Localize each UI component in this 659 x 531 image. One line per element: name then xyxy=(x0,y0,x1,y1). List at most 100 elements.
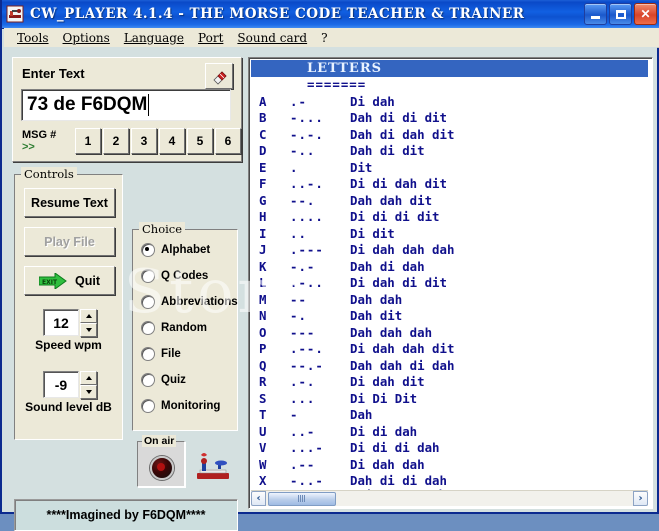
menu-item-sound-card[interactable]: Sound card xyxy=(230,30,314,46)
letter-row[interactable]: J .--- Di dah dah dah xyxy=(251,242,648,259)
letter-row[interactable]: R .-. Di dah dit xyxy=(251,374,648,391)
letter-row[interactable]: H.... Di di di dit xyxy=(251,209,648,226)
letter-row[interactable]: I.. Di dit xyxy=(251,226,648,243)
telegraph-key-icon xyxy=(6,5,24,23)
letter-char: E xyxy=(259,159,267,175)
letter-row[interactable]: B -... Dah di di dit xyxy=(251,110,648,127)
letter-spoken: Dah dah dah xyxy=(350,324,433,340)
letter-row[interactable]: U ..- Di di dah xyxy=(251,424,648,441)
letter-row[interactable]: K -.- Dah di dah xyxy=(251,259,648,276)
msg-label-text: MSG # xyxy=(22,129,57,141)
radio-q-codes[interactable]: Q Codes xyxy=(141,269,208,283)
letters-list[interactable]: LETTERS ======= A .- Di dah B -... Dah di di … xyxy=(251,60,648,491)
msg-button-2[interactable]: 2 xyxy=(103,128,129,154)
title-bar[interactable]: CW_PLAYER 4.1.4 - THE MORSE CODE TEACHER… xyxy=(2,0,659,29)
letter-spoken: Di dah di dit xyxy=(350,275,447,290)
msg-button-1[interactable]: 1 xyxy=(75,128,101,154)
letter-char: I xyxy=(259,225,267,241)
sound-level-stepper[interactable]: -9 xyxy=(43,371,97,399)
letter-row[interactable]: Q --.- Dah dah di dah xyxy=(251,358,648,375)
speed-label: Speed wpm xyxy=(35,338,102,352)
menu-item-port[interactable]: Port xyxy=(191,30,230,46)
letter-row[interactable]: G --. Dah dah dit xyxy=(251,193,648,210)
letter-morse-code: -.- xyxy=(290,258,316,274)
radio-q-codes-icon[interactable] xyxy=(141,269,155,283)
letter-spoken: Di dah dah dah xyxy=(350,242,455,257)
scroll-right-icon[interactable]: › xyxy=(633,491,648,506)
sound-level-down-icon[interactable] xyxy=(80,385,97,399)
radio-monitoring[interactable]: Monitoring xyxy=(141,399,220,413)
msg-button-3[interactable]: 3 xyxy=(131,128,157,154)
scroll-left-icon[interactable]: ‹ xyxy=(251,491,266,506)
letter-row[interactable]: C -.-. Dah di dah dit xyxy=(251,127,648,144)
letter-row[interactable]: S... Di Di Dit xyxy=(251,391,648,408)
letter-row[interactable]: M -- Dah dah xyxy=(251,292,648,309)
msg-button-6[interactable]: 6 xyxy=(215,128,241,154)
play-file-label: Play File xyxy=(44,234,95,249)
letter-char: S xyxy=(259,390,267,406)
letter-morse-code: .- xyxy=(290,93,307,109)
maximize-button[interactable] xyxy=(609,3,632,25)
sound-level-up-icon[interactable] xyxy=(80,371,97,385)
letter-char: F xyxy=(259,176,267,191)
close-icon: ✕ xyxy=(640,7,651,21)
menu-item-language-label: Language xyxy=(123,30,185,45)
letter-morse-code: .-.. xyxy=(290,275,324,290)
letter-row[interactable]: F ..-. Di di dah dit xyxy=(251,176,648,193)
radio-random-icon[interactable] xyxy=(141,321,155,335)
resume-text-button[interactable]: Resume Text xyxy=(24,188,115,217)
menu-item-tools[interactable]: Tools xyxy=(10,30,56,46)
letter-row[interactable]: T - Dah xyxy=(251,407,648,424)
sound-level-label: Sound level dB xyxy=(25,400,112,414)
menu-item-language[interactable]: Language xyxy=(117,30,191,46)
radio-monitoring-icon[interactable] xyxy=(141,399,155,413)
radio-alphabet-icon[interactable] xyxy=(141,243,155,257)
letter-row[interactable]: L .-.. Di dah di dit xyxy=(251,275,648,292)
speed-down-icon[interactable] xyxy=(80,323,97,337)
letter-row[interactable]: W .-- Di dah dah xyxy=(251,457,648,474)
quit-button[interactable]: EXIT Quit xyxy=(24,266,115,295)
letters-list-header[interactable]: LETTERS xyxy=(251,60,648,77)
letter-row[interactable]: V ...- Di di di dah xyxy=(251,440,648,457)
on-air-led-icon xyxy=(150,456,174,480)
msg-button-4[interactable]: 4 xyxy=(159,128,185,154)
radio-random[interactable]: Random xyxy=(141,321,207,335)
text-input[interactable]: 73 de F6DQM xyxy=(21,89,231,121)
speed-value[interactable]: 12 xyxy=(43,309,79,336)
controls-group: Controls Resume Text Play File EXIT Quit… xyxy=(14,167,123,440)
speed-stepper[interactable]: 12 xyxy=(43,309,97,337)
letter-char: G xyxy=(259,192,267,208)
radio-quiz-icon[interactable] xyxy=(141,373,155,387)
radio-file-icon[interactable] xyxy=(141,347,155,361)
msg-button-5[interactable]: 5 xyxy=(187,128,213,154)
radio-quiz[interactable]: Quiz xyxy=(141,373,186,387)
radio-file[interactable]: File xyxy=(141,347,181,361)
speed-up-icon[interactable] xyxy=(80,309,97,323)
letter-row[interactable]: D -.. Dah di dit xyxy=(251,143,648,160)
horizontal-scrollbar[interactable]: ‹ › xyxy=(251,490,648,506)
scrollbar-thumb[interactable] xyxy=(268,491,336,506)
radio-alphabet[interactable]: Alphabet xyxy=(141,243,210,257)
window-buttons: ✕ xyxy=(584,3,657,25)
sound-level-value[interactable]: -9 xyxy=(43,371,79,398)
radio-abbreviations-label: Abbreviations xyxy=(161,296,238,308)
letter-char: U xyxy=(259,423,267,439)
radio-abbreviations-icon[interactable] xyxy=(141,295,155,309)
minimize-button[interactable] xyxy=(584,3,607,25)
menu-item-help[interactable]: ? xyxy=(314,30,334,46)
letter-row[interactable]: P .--. Di dah dah dit xyxy=(251,341,648,358)
eraser-icon[interactable] xyxy=(205,63,233,89)
letters-rows: A .- Di dah B -... Dah di di dit C -.-. Dah di d… xyxy=(251,94,648,492)
close-button[interactable]: ✕ xyxy=(634,3,657,25)
letter-char: T xyxy=(259,407,267,422)
letter-row[interactable]: N -. Dah dit xyxy=(251,308,648,325)
letter-morse-code: ...- xyxy=(290,440,324,455)
radio-abbreviations[interactable]: Abbreviations xyxy=(141,295,238,309)
letter-row[interactable]: A .- Di dah xyxy=(251,94,648,111)
menu-item-port-label: Port xyxy=(198,30,224,45)
letter-spoken: Di di dah xyxy=(350,423,418,439)
letter-row[interactable]: O --- Dah dah dah xyxy=(251,325,648,342)
letter-row[interactable]: E. Dit xyxy=(251,160,648,177)
menu-item-options[interactable]: Options xyxy=(56,30,117,46)
letter-char: D xyxy=(259,143,267,158)
